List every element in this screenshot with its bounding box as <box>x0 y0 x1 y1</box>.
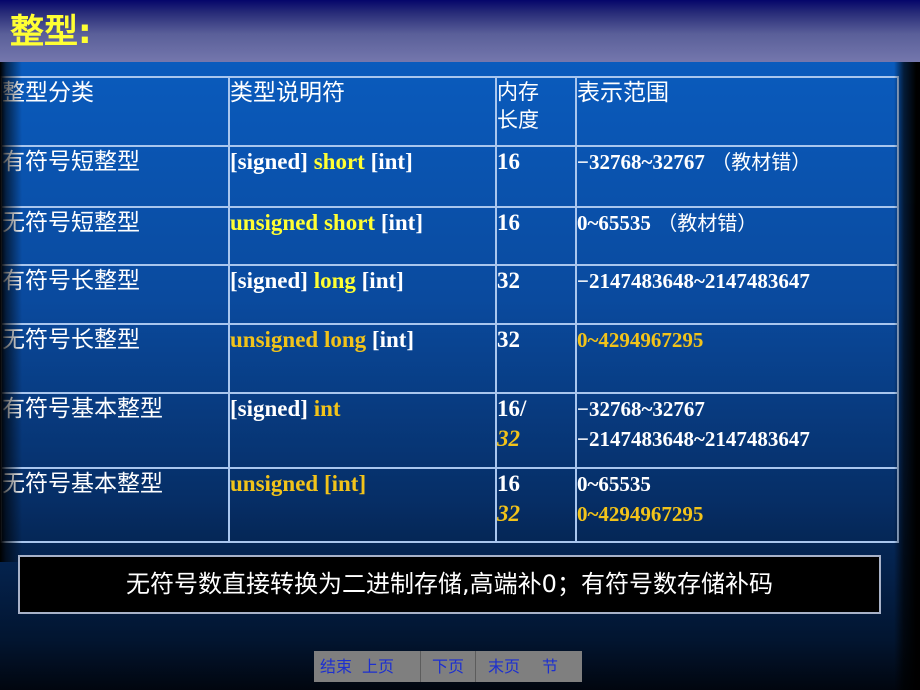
table-header-row: 整型分类 类型说明符 内存 长度 表示范围 <box>0 76 899 147</box>
header-size-line1: 内存 <box>497 80 539 104</box>
title-bar: 整型: <box>0 0 920 62</box>
size-value: 16/ <box>497 396 527 421</box>
cell-range: 0~65535 0~4294967295 <box>575 467 899 543</box>
cell-specifier: unsigned long [int] <box>228 323 497 394</box>
specifier-part: [signed] <box>230 396 314 421</box>
table-row: 无符号基本整型 unsigned [int] 16 32 0~65535 0~4… <box>0 467 899 543</box>
cell-size: 32 <box>495 323 577 394</box>
slide-navigation: 结束 上页 下页 末页 节 <box>314 651 582 682</box>
nav-section-button[interactable]: 节 <box>532 651 582 682</box>
cell-specifier: [signed] int <box>228 392 497 469</box>
specifier-keyword: unsigned [int] <box>230 471 367 496</box>
specifier-part: [int] <box>366 327 415 352</box>
cell-category: 无符号短整型 <box>0 206 230 266</box>
specifier-part: [int] <box>364 149 413 174</box>
header-size: 内存 长度 <box>495 76 577 147</box>
size-value-alt: 32 <box>497 501 520 526</box>
cell-size: 16 <box>495 145 577 208</box>
range-value: 0~65535 <box>577 472 651 496</box>
table-row: 无符号短整型 unsigned short [int] 16 0~65535 （… <box>0 206 899 266</box>
range-value-alt: −2147483648~2147483647 <box>577 427 810 451</box>
cell-size: 32 <box>495 264 577 325</box>
cell-specifier: [signed] long [int] <box>228 264 497 325</box>
nav-end-button[interactable]: 结束 <box>320 657 352 676</box>
specifier-keyword: int <box>313 396 341 421</box>
header-size-line2: 长度 <box>497 108 539 132</box>
nav-prev-button[interactable]: 上页 <box>362 657 394 676</box>
specifier-part: [signed] <box>230 268 314 293</box>
specifier-keyword: long <box>313 268 356 293</box>
storage-note-box: 无符号数直接转换为二进制存储,高端补0；有符号数存储补码 <box>18 555 881 614</box>
right-edge-shadow <box>894 62 920 690</box>
specifier-part: [signed] <box>230 149 314 174</box>
specifier-part: [int] <box>355 268 404 293</box>
nav-group-end-prev: 结束 上页 <box>314 651 421 682</box>
size-value: 16 <box>497 471 520 496</box>
cell-range: 0~4294967295 <box>575 323 899 394</box>
cell-category: 无符号长整型 <box>0 323 230 394</box>
cell-range: −2147483648~2147483647 <box>575 264 899 325</box>
range-value: −2147483648~2147483647 <box>577 269 810 293</box>
cell-size: 16/ 32 <box>495 392 577 469</box>
range-value-alt: 0~4294967295 <box>577 502 704 526</box>
specifier-keyword: unsigned short <box>230 210 376 235</box>
left-edge-shadow <box>0 62 22 562</box>
cell-specifier: unsigned [int] <box>228 467 497 543</box>
cell-specifier: [signed] short [int] <box>228 145 497 208</box>
header-category: 整型分类 <box>0 76 230 147</box>
nav-next-button[interactable]: 下页 <box>421 651 476 682</box>
cell-range: −32768~32767 （教材错） <box>575 145 899 208</box>
specifier-keyword: unsigned long <box>230 327 367 352</box>
nav-last-button[interactable]: 末页 <box>476 651 532 682</box>
cell-specifier: unsigned short [int] <box>228 206 497 266</box>
range-value: 0~4294967295 <box>577 328 704 352</box>
cell-range: 0~65535 （教材错） <box>575 206 899 266</box>
cell-category: 无符号基本整型 <box>0 467 230 543</box>
cell-range: −32768~32767 −2147483648~2147483647 <box>575 392 899 469</box>
range-note: （教材错） <box>704 150 812 174</box>
cell-category: 有符号基本整型 <box>0 392 230 469</box>
table-row: 有符号长整型 [signed] long [int] 32 −214748364… <box>0 264 899 325</box>
cell-category: 有符号短整型 <box>0 145 230 208</box>
slide-title: 整型: <box>10 12 92 52</box>
table-row: 有符号基本整型 [signed] int 16/ 32 −32768~32767… <box>0 392 899 469</box>
cell-category: 有符号长整型 <box>0 264 230 325</box>
range-note: （教材错） <box>650 211 758 235</box>
range-value: −32768~32767 <box>577 150 705 174</box>
range-value: 0~65535 <box>577 211 651 235</box>
cell-size: 16 <box>495 206 577 266</box>
table-row: 无符号长整型 unsigned long [int] 32 0~42949672… <box>0 323 899 394</box>
integer-types-table: 整型分类 类型说明符 内存 长度 表示范围 有符号短整型 [signed] sh… <box>0 76 899 543</box>
header-range: 表示范围 <box>575 76 899 147</box>
size-value-alt: 32 <box>497 426 520 451</box>
range-value: −32768~32767 <box>577 397 705 421</box>
header-specifier: 类型说明符 <box>228 76 497 147</box>
specifier-keyword: short <box>313 149 365 174</box>
specifier-part: [int] <box>375 210 423 235</box>
table-row: 有符号短整型 [signed] short [int] 16 −32768~32… <box>0 145 899 208</box>
cell-size: 16 32 <box>495 467 577 543</box>
